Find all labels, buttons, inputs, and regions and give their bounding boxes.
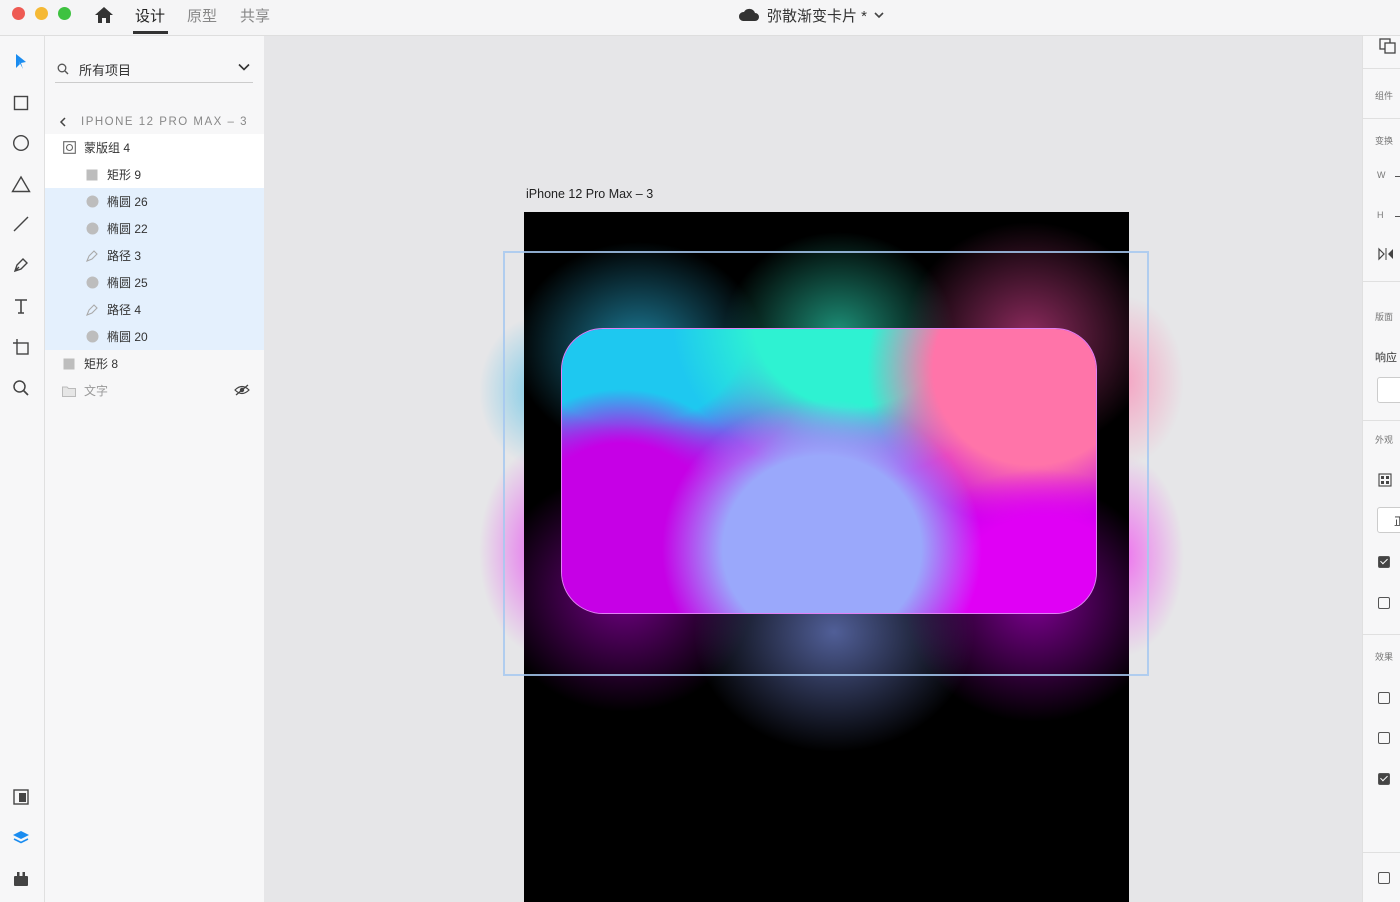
checkbox[interactable] (1378, 773, 1390, 785)
title-bar: 设计 原型 共享 弥散渐变卡片 * (0, 0, 1400, 36)
path-layer-icon (85, 249, 99, 263)
copy-icon[interactable] (1379, 38, 1397, 54)
ellipse-icon[interactable] (10, 132, 32, 154)
separator (1363, 852, 1400, 853)
close-window-button[interactable] (12, 7, 25, 20)
checkbox[interactable] (1378, 556, 1390, 568)
gradient-card[interactable] (561, 328, 1097, 614)
home-icon[interactable] (93, 5, 115, 25)
artboard-icon[interactable] (10, 336, 32, 358)
checkbox[interactable] (1378, 872, 1390, 884)
minimize-window-button[interactable] (35, 7, 48, 20)
pen-icon[interactable] (10, 254, 32, 276)
layer-row[interactable]: 蒙版组 4 (45, 134, 264, 161)
height-label: H (1377, 210, 1384, 220)
layer-name: 路径 3 (107, 249, 142, 263)
layer-row[interactable]: 椭圆 20 (45, 323, 264, 350)
checkbox[interactable] (1378, 597, 1390, 609)
components-label: 组件 (1375, 91, 1394, 101)
separator (1363, 68, 1400, 69)
separator (1363, 420, 1400, 421)
layer-row[interactable]: 文字 (45, 377, 264, 404)
layer-row[interactable]: 椭圆 26 (45, 188, 264, 215)
layer-row[interactable]: 矩形 8 (45, 350, 264, 377)
breadcrumb-text: IPHONE 12 PRO MAX – 3 (81, 116, 248, 128)
layers-filter[interactable]: 所有项目 (55, 56, 253, 83)
ellipse-layer-icon (85, 195, 99, 209)
layer-name: 矩形 8 (84, 357, 119, 371)
blend-mode-value: 正 (1394, 516, 1400, 528)
layers-panel: 所有项目 IPHONE 12 PRO MAX – 3 蒙版组 4 矩形 9 椭圆… (45, 36, 264, 902)
plugins-icon[interactable] (10, 868, 32, 890)
ellipse-layer-icon (85, 276, 99, 290)
appearance-label: 外观 (1375, 435, 1394, 445)
zoom-icon[interactable] (10, 377, 32, 399)
layers-filter-label: 所有项目 (79, 62, 132, 78)
separator (1363, 118, 1400, 119)
blend-mode-select[interactable]: 正 (1377, 507, 1400, 533)
document-title-text: 弥散渐变卡片 * (767, 7, 868, 25)
ellipse-layer-icon (85, 222, 99, 236)
separator (1363, 634, 1400, 635)
maximize-window-button[interactable] (58, 7, 71, 20)
properties-panel: 组件 变换 W H 版面 响应 外观 正 效果 (1362, 36, 1400, 902)
checkbox[interactable] (1378, 692, 1390, 704)
select-icon[interactable] (10, 51, 32, 73)
responsive-field[interactable] (1377, 377, 1400, 403)
layer-name: 椭圆 22 (107, 222, 148, 236)
tab-prototype[interactable]: 原型 (187, 5, 217, 26)
hidden-eye-icon[interactable] (234, 383, 250, 397)
path-layer-icon (85, 303, 99, 317)
tool-bar (0, 36, 45, 902)
layers-icon[interactable] (10, 827, 32, 849)
rectangle-layer-icon (62, 357, 76, 371)
text-icon[interactable] (10, 295, 32, 317)
checkbox[interactable] (1378, 732, 1390, 744)
design-canvas[interactable]: iPhone 12 Pro Max – 3 (264, 36, 1362, 902)
layer-row[interactable]: 路径 4 (45, 296, 264, 323)
layer-name: 椭圆 20 (107, 330, 148, 344)
ellipse-layer-icon (85, 330, 99, 344)
rectangle-layer-icon (85, 168, 99, 182)
tab-share[interactable]: 共享 (240, 5, 270, 26)
layer-name: 椭圆 25 (107, 276, 148, 290)
folder-icon (62, 384, 76, 398)
layer-name: 矩形 9 (107, 168, 142, 182)
layer-row[interactable]: 椭圆 25 (45, 269, 264, 296)
chevron-down-icon[interactable] (237, 60, 251, 74)
layer-row[interactable]: 矩形 9 (45, 161, 264, 188)
layout-label: 版面 (1375, 312, 1394, 322)
mask-group-icon (62, 141, 76, 155)
width-label: W (1377, 170, 1386, 180)
document-title[interactable]: 弥散渐变卡片 * (738, 4, 892, 26)
layers-breadcrumb[interactable]: IPHONE 12 PRO MAX – 3 (59, 114, 259, 130)
layer-name: 椭圆 26 (107, 195, 148, 209)
separator (1363, 281, 1400, 282)
artboard-label[interactable]: iPhone 12 Pro Max – 3 (526, 187, 653, 201)
transform-label: 变换 (1375, 136, 1394, 146)
search-icon (57, 63, 69, 75)
rectangle-icon[interactable] (10, 92, 32, 114)
layer-row[interactable]: 路径 3 (45, 242, 264, 269)
responsive-label: 响应 (1375, 352, 1397, 364)
chevron-left-icon[interactable] (59, 117, 67, 127)
flip-horizontal-icon[interactable] (1377, 247, 1395, 261)
opacity-icon[interactable] (1378, 473, 1392, 487)
polygon-icon[interactable] (10, 173, 32, 195)
active-tab-indicator (133, 31, 168, 34)
width-field[interactable] (1395, 176, 1400, 177)
assets-icon[interactable] (10, 786, 32, 808)
height-field[interactable] (1395, 216, 1400, 217)
tab-design[interactable]: 设计 (135, 5, 165, 26)
cloud-icon (738, 8, 759, 21)
line-icon[interactable] (10, 213, 32, 235)
layer-row[interactable]: 椭圆 22 (45, 215, 264, 242)
layer-name: 蒙版组 4 (84, 141, 131, 155)
layer-name: 路径 4 (107, 303, 142, 317)
effects-label: 效果 (1375, 652, 1394, 662)
layer-name: 文字 (84, 384, 109, 398)
chevron-down-icon[interactable] (874, 11, 884, 19)
